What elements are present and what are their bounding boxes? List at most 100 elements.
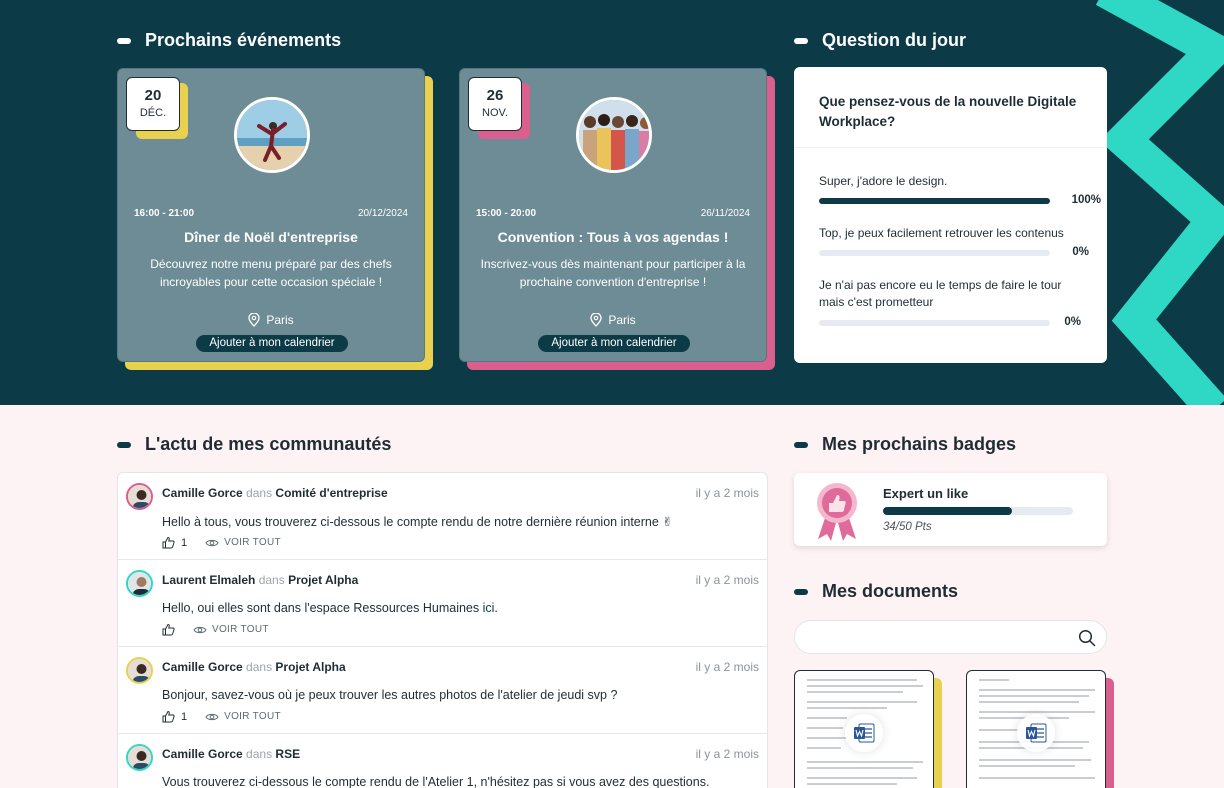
document-preview (794, 670, 934, 788)
post-author[interactable]: Laurent Elmaleh (162, 573, 255, 587)
badge-points: 34/50 Pts (883, 521, 932, 533)
post-in-label: dans (246, 660, 273, 674)
title-dash (794, 37, 808, 44)
post-text: Hello, oui elles sont dans l'espace Ress… (162, 601, 498, 615)
title-dash (794, 588, 808, 595)
thumbs-up-icon[interactable] (162, 710, 175, 723)
poll-answer-percent: 0% (1072, 246, 1089, 258)
word-file-icon (1017, 714, 1055, 752)
view-all-label: VOIR TOUT (224, 711, 281, 722)
event-date: 26/11/2024 (700, 208, 750, 219)
badge-card[interactable]: Expert un like 34/50 Pts (794, 473, 1107, 546)
post-in-label: dans (246, 747, 273, 761)
feed-section-title: L'actu de mes communautés (117, 434, 391, 455)
add-to-calendar-button[interactable]: Ajouter à mon calendrier (196, 335, 348, 352)
post-meta: 1 VOIR TOUT (162, 536, 281, 549)
event-photo (576, 97, 652, 173)
add-to-calendar-button[interactable]: Ajouter à mon calendrier (538, 335, 690, 352)
event-title: Dîner de Noël d'entreprise (184, 229, 358, 245)
event-time: 15:00 - 20:00 (476, 208, 537, 219)
view-all-link[interactable]: VOIR TOUT (205, 711, 281, 722)
title-dash (117, 37, 131, 44)
document-card[interactable] (794, 670, 942, 788)
post-header: Camille Gorce dans Projet Alpha (162, 660, 346, 674)
events-section-title: Prochains événements (117, 30, 341, 51)
poll-answer[interactable]: Top, je peux facilement retrouver les co… (819, 225, 1089, 261)
badge-ribbon-icon (817, 483, 857, 541)
feed-post[interactable]: Camille Gorce dans Comité d'entreprise i… (118, 473, 767, 560)
post-text: Bonjour, savez-vous où je peux trouver l… (162, 688, 618, 702)
post-author[interactable]: Camille Gorce (162, 660, 243, 674)
event-description: Inscrivez-vous dès maintenant pour parti… (480, 257, 746, 289)
view-all-link[interactable]: VOIR TOUT (205, 537, 281, 548)
post-time: il y a 2 mois (695, 747, 759, 761)
question-section-label: Question du jour (822, 30, 966, 50)
documents-section-title: Mes documents (794, 581, 958, 602)
event-description: Découvrez notre menu préparé par des che… (150, 257, 392, 289)
post-text-tail: . (494, 601, 498, 615)
lower-area: L'actu de mes communautés Camille Gorce … (0, 405, 1224, 788)
post-space[interactable]: Projet Alpha (275, 660, 345, 674)
post-author[interactable]: Camille Gorce (162, 747, 243, 761)
poll-answer[interactable]: Je n'ai pas encore eu le temps de faire … (819, 277, 1081, 331)
event-title: Convention : Tous à vos agendas ! (497, 229, 729, 245)
avatar[interactable] (126, 744, 153, 771)
event-card-body: 20 DÉC. 16:00 - 21:00 20/12/2024 Dîner d… (117, 68, 425, 362)
poll-answer-percent: 100% (1071, 194, 1101, 206)
word-file-icon (845, 714, 883, 752)
avatar[interactable] (126, 570, 153, 597)
avatar[interactable] (126, 483, 153, 510)
event-date: 20/12/2024 (357, 208, 408, 219)
post-space[interactable]: Comité d'entreprise (275, 486, 387, 500)
post-time: il y a 2 mois (695, 486, 759, 500)
poll-answer-fill (819, 198, 1050, 204)
poll-answer[interactable]: Super, j'adore le design. 100% (819, 173, 1101, 209)
feed-post[interactable]: Camille Gorce dans Projet Alpha il y a 2… (118, 647, 767, 734)
thumbs-up-icon[interactable] (162, 536, 175, 549)
thumbs-up-icon[interactable] (162, 623, 175, 636)
feed-post[interactable]: Camille Gorce dans RSE il y a 2 mois Vou… (118, 734, 767, 788)
post-text: Hello à tous, vous trouverez ci-dessous … (162, 515, 673, 529)
feed-section-label: L'actu de mes communautés (145, 434, 392, 454)
post-meta: 1 VOIR TOUT (162, 710, 281, 723)
events-section-label: Prochains événements (145, 30, 342, 50)
event-month: DÉC. (139, 107, 167, 119)
poll-answer-percent: 0% (1064, 316, 1081, 328)
post-space[interactable]: Projet Alpha (288, 573, 358, 587)
post-inline-link[interactable]: ici (483, 601, 495, 615)
event-month: NOV. (482, 107, 508, 119)
view-all-label: VOIR TOUT (224, 537, 281, 548)
badges-section-title: Mes prochains badges (794, 434, 1016, 455)
event-card[interactable]: 20 DÉC. 16:00 - 21:00 20/12/2024 Dîner d… (117, 68, 433, 370)
event-day: 20 (144, 87, 162, 104)
location-pin-icon (248, 313, 260, 327)
badge-name: Expert un like (883, 486, 969, 501)
post-time: il y a 2 mois (695, 573, 759, 587)
post-text-body: Hello, oui elles sont dans l'espace Ress… (162, 601, 483, 615)
poll-answer-bar (819, 250, 1050, 256)
event-card[interactable]: 26 NOV. 15:00 - 20:00 26/11/2024 Convent… (459, 68, 775, 370)
post-text: Vous trouverez ci-dessous le compte rend… (162, 775, 710, 788)
event-photo (234, 97, 310, 173)
poll-answer-label: Je n'ai pas encore eu le temps de faire … (819, 278, 1062, 309)
view-all-link[interactable]: VOIR TOUT (193, 624, 269, 635)
question-section-title: Question du jour (794, 30, 966, 51)
badge-progress-fill (883, 507, 1013, 515)
eye-icon (205, 539, 219, 546)
poll-answer-bar (819, 198, 1050, 204)
post-time: il y a 2 mois (695, 660, 759, 674)
eye-icon (205, 713, 219, 720)
post-space[interactable]: RSE (275, 747, 300, 761)
document-card[interactable] (966, 670, 1114, 788)
post-in-label: dans (246, 486, 273, 500)
poll-card: Que pensez-vous de la nouvelle Digitale … (794, 67, 1107, 363)
avatar[interactable] (126, 657, 153, 684)
event-date-badge: 26 NOV. (468, 77, 522, 131)
view-all-label: VOIR TOUT (212, 624, 269, 635)
event-location: Paris (118, 313, 424, 327)
post-author[interactable]: Camille Gorce (162, 486, 243, 500)
document-search-input[interactable] (809, 628, 1069, 648)
search-icon[interactable] (1078, 629, 1096, 647)
document-search[interactable] (794, 620, 1107, 654)
feed-post[interactable]: Laurent Elmaleh dans Projet Alpha il y a… (118, 560, 767, 647)
